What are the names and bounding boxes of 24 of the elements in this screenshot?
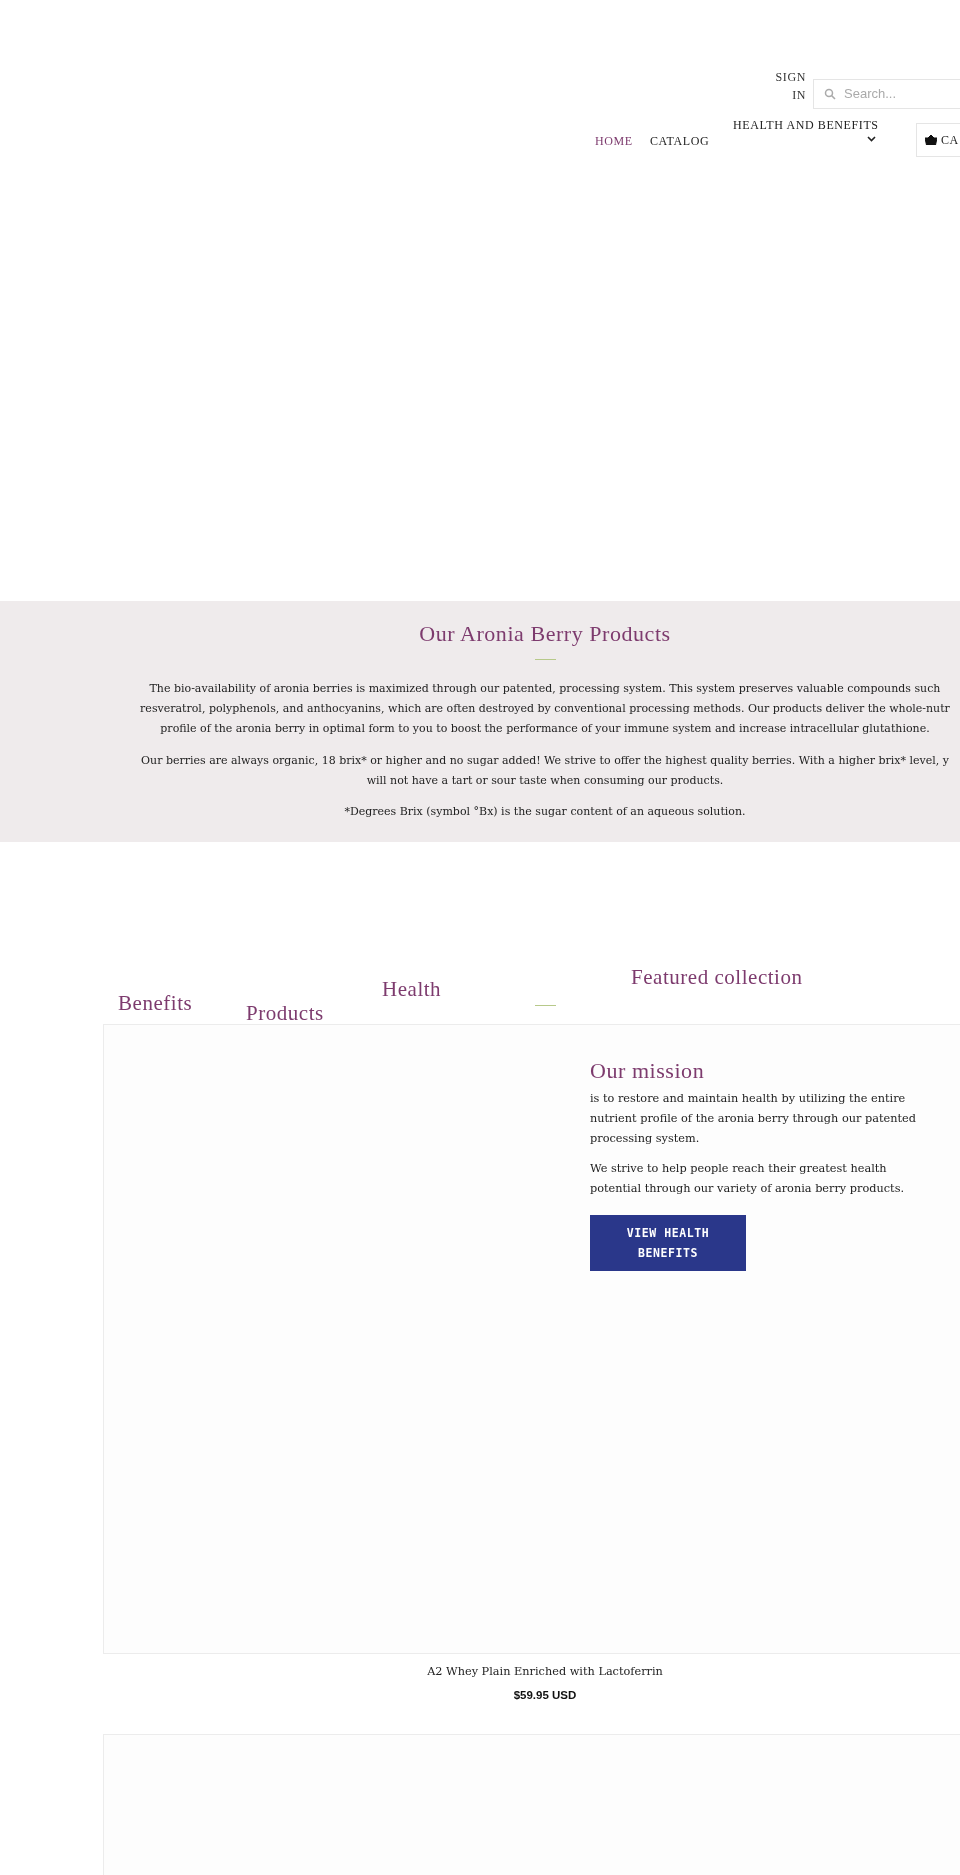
section-heading: Health [382, 976, 442, 1003]
cart-button[interactable]: CA [916, 123, 960, 157]
paragraph: The bio-availability of aronia berries is maximized through our patented, processing system. This system preserves valuable compounds such resveratrol, polyphenols, and anthocyanins, which are often destroyed by conventional processing methods. Our products deliver the whole-nutr profile of the aronia berry in optimal form to you to boost the performance of your immune system and increase intracellular glutathione. [139, 681, 951, 737]
chevron-down-icon [866, 136, 876, 142]
paragraph: is to restore and maintain health by utilizing the entire nutrient profile of the aronia berry through our patented processing system. [590, 1091, 917, 1147]
paragraph: We strive to help people reach their greatest health potential through our variety of aronia berry products. [590, 1161, 906, 1197]
search-input[interactable]: Search... [844, 84, 944, 104]
search-icon [824, 88, 836, 100]
nav-link[interactable]: HEALTH AND BENEFITS [733, 116, 879, 142]
product-name[interactable]: A2 Whey Plain Enriched with Lactoferrin [103, 1664, 960, 1681]
basket-icon [925, 135, 937, 145]
section-heading: Featured collection [631, 964, 803, 991]
section-heading: Products [246, 1000, 324, 1027]
view-health-benefits-button[interactable]: VIEW HEALTH BENEFITS [590, 1215, 746, 1271]
paragraph: *Degrees Brix (symbol °Bx) is the sugar content of an aqueous solution. [343, 804, 747, 820]
paragraph: Our berries are always organic, 18 brix* or higher and no sugar added! We strive to offer the highest quality berries. With a higher brix* level, y will not have a tart or sour taste when consuming our products. [140, 753, 950, 789]
nav-link[interactable]: HOME [595, 132, 633, 150]
sign-in-link[interactable]: SIGN IN [766, 68, 806, 104]
nav-link[interactable]: CATALOG [650, 132, 710, 150]
mission-title: Our mission [590, 1057, 706, 1085]
section-heading: Benefits [118, 990, 193, 1017]
product-price: $59.95 USD [512, 1688, 578, 1703]
section-title: Our Aronia Berry Products [418, 620, 672, 648]
search-field[interactable]: Search... [813, 79, 960, 109]
